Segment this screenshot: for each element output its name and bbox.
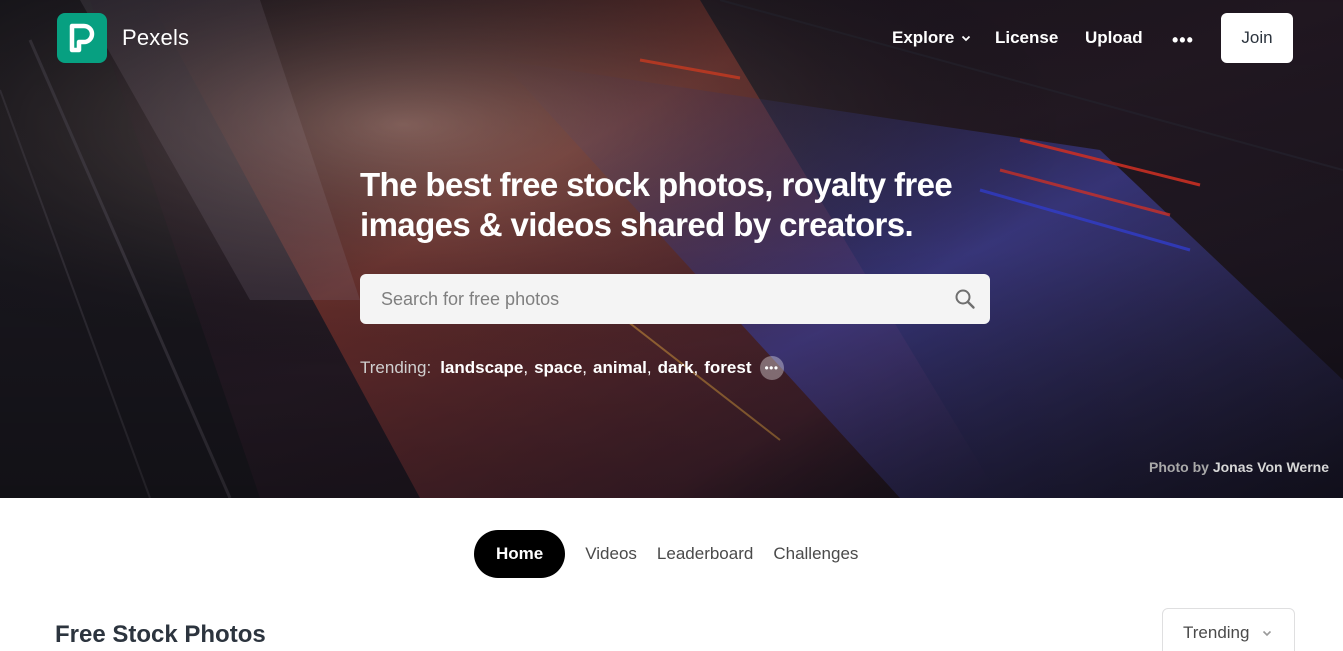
trending-item-forest[interactable]: forest [704,358,751,378]
chevron-down-icon [962,35,971,42]
trending-label: Trending: [360,358,432,377]
section-title: Free Stock Photos [55,621,266,648]
trending-item-space[interactable]: space [534,358,582,378]
trending-item-dark[interactable]: dark [658,358,694,378]
search-input[interactable] [360,274,940,324]
content-tabs: Home Videos Leaderboard Challenges [474,530,868,578]
top-navigation: Pexels Explore License Upload ••• Join [0,0,1343,78]
trending-more-icon[interactable]: ••• [759,356,784,380]
photo-credit-author[interactable]: Jonas Von Werne [1213,459,1329,475]
join-button[interactable]: Join [1221,13,1293,63]
trending-item-landscape[interactable]: landscape [440,358,523,378]
search-bar [360,274,990,324]
nav-license-link[interactable]: License [995,28,1058,48]
photo-credit-prefix: Photo by [1149,459,1209,475]
photo-credit: Photo by Jonas Von Werne [1149,459,1329,475]
nav-upload-link[interactable]: Upload [1085,28,1143,48]
pexels-logo-icon[interactable] [57,13,107,63]
trending-item-animal[interactable]: animal [593,358,647,378]
tab-challenges[interactable]: Challenges [763,530,868,578]
nav-explore-menu[interactable]: Explore [892,28,972,48]
sort-value: Trending [1183,623,1250,642]
trending-searches: Trending: landscape, space, animal, dark… [360,356,784,380]
search-icon[interactable] [940,274,990,324]
nav-explore-label: Explore [892,28,955,47]
sort-dropdown[interactable]: Trending [1162,608,1295,651]
hero-headline: The best free stock photos, royalty free… [360,166,953,243]
tab-leaderboard[interactable]: Leaderboard [647,530,763,578]
nav-more-icon[interactable]: ••• [1172,30,1194,51]
chevron-down-icon [1263,630,1272,637]
hero-banner: Pexels Explore License Upload ••• Join T… [0,0,1343,498]
tab-videos[interactable]: Videos [575,530,647,578]
brand-name[interactable]: Pexels [122,25,189,51]
tab-home[interactable]: Home [474,530,566,578]
